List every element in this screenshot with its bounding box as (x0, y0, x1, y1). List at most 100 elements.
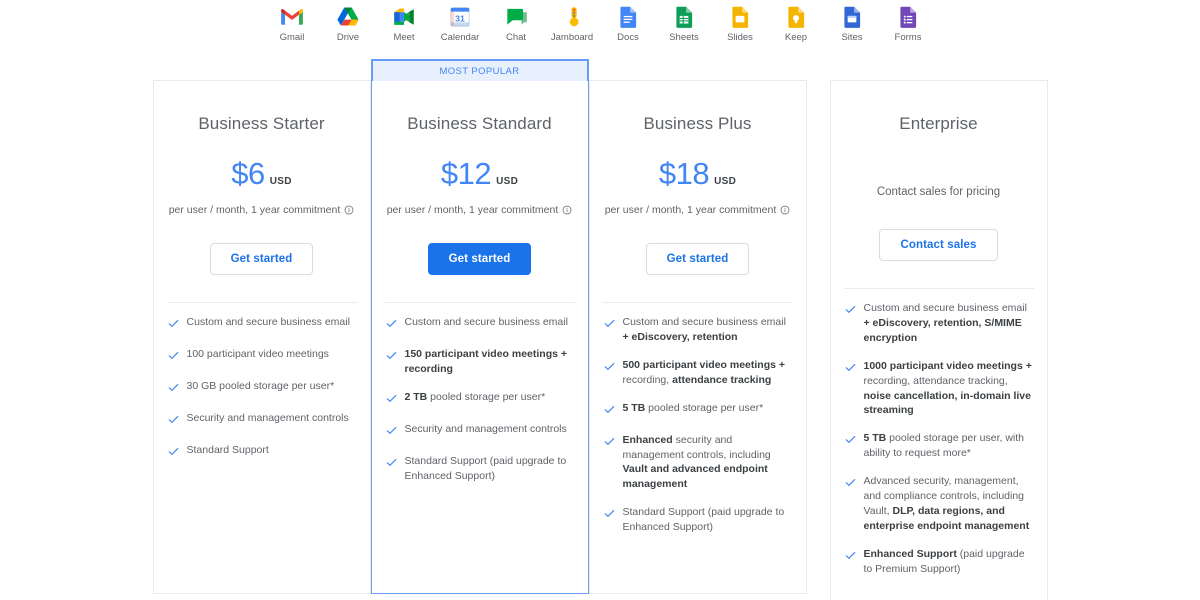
pricing-card-business-standard: MOST POPULAR Business Standard $12 USD per u… (370, 59, 589, 594)
info-icon[interactable] (780, 205, 790, 215)
feature-list: Custom and secure business email 150 part… (386, 303, 574, 513)
plan-title: Enterprise (899, 114, 978, 133)
commitment-note: per user / month, 1 year commitment (604, 203, 792, 217)
chat-icon (503, 4, 529, 30)
feature-list: Custom and secure business email + eDisc… (845, 289, 1033, 600)
feature-item: 30 GB pooled storage per user* (168, 379, 356, 398)
app-shortcut-label: Gmail (279, 32, 305, 43)
feature-text: 1000 participant video meetings + record… (863, 359, 1032, 417)
pricing-card-business-starter: Business Starter $6 USD per user / month, 1… (152, 80, 371, 594)
feature-text: Custom and secure business email + eDisc… (863, 302, 1027, 344)
app-shortcut-label: Calendar (440, 32, 480, 43)
commitment-note: per user / month, 1 year commitment (168, 203, 356, 217)
sites-icon (839, 4, 865, 30)
app-shortcut-label: Keep (784, 32, 808, 43)
check-icon (168, 411, 179, 430)
meet-icon (391, 4, 417, 30)
check-icon (168, 347, 179, 366)
gmail-icon (279, 4, 305, 30)
app-shortcut-label: Forms (894, 32, 922, 43)
svg-text:31: 31 (455, 14, 465, 24)
app-shortcut-chat[interactable]: Chat (496, 4, 536, 43)
price-amount: $12 (440, 156, 492, 191)
feature-text: Security and management controls (404, 422, 567, 435)
price-currency: USD (269, 176, 292, 187)
calendar-icon: 31 (447, 4, 473, 30)
feature-text: Custom and secure business email (404, 316, 568, 328)
feature-text: Standard Support (paid upgrade to Enhanc… (622, 506, 785, 534)
jamboard-icon (559, 4, 585, 30)
feature-text: Enhanced security and management control… (622, 433, 771, 491)
feature-text: 500 participant video meetings + recordi… (622, 358, 786, 386)
feature-item: 1000 participant video meetings + record… (845, 359, 1033, 419)
feature-item: Security and management controls (168, 411, 356, 430)
app-shortcut-label: Sites (841, 32, 863, 43)
feature-item: Custom and secure business email + eDisc… (604, 315, 792, 345)
check-icon (845, 431, 856, 450)
plan-price: $18 USD (604, 158, 792, 192)
plan-title: Business Plus (643, 114, 752, 133)
pricing-card-enterprise: Enterprise Contact sales for pricing Conta… (829, 80, 1048, 600)
contact-sales-pricing-note: Contact sales for pricing (876, 186, 1001, 198)
plan-price: $12 USD (386, 158, 574, 192)
check-icon (604, 433, 615, 452)
feature-item: 500 participant video meetings + recordi… (604, 358, 792, 388)
feature-item: Standard Support (paid upgrade to Enhanc… (604, 505, 792, 535)
feature-text: 2 TB pooled storage per user* (404, 390, 546, 403)
check-icon (845, 547, 856, 566)
feature-item: Custom and secure business email (168, 315, 356, 334)
feature-list: Custom and secure business email + eDisc… (604, 303, 792, 564)
price-amount: $6 (231, 156, 265, 191)
google-apps-bar: Gmail Drive Meet 31 Calendar Chat Jamboard Docs… (0, 0, 1200, 50)
app-shortcut-calendar[interactable]: 31 Calendar (440, 4, 480, 43)
app-shortcut-label: Chat (505, 32, 527, 43)
commitment-text: per user / month, 1 year commitment (604, 204, 777, 216)
drive-icon (335, 4, 361, 30)
app-shortcut-sites[interactable]: Sites (832, 4, 872, 43)
feature-text: 30 GB pooled storage per user* (186, 380, 335, 392)
app-shortcut-slides[interactable]: Slides (720, 4, 760, 43)
feature-text: Advanced security, management, and compl… (863, 475, 1030, 532)
feature-item: 100 participant video meetings (168, 347, 356, 366)
feature-text: 150 participant video meetings + recordi… (404, 348, 568, 375)
feature-text: Custom and secure business email + eDisc… (622, 316, 786, 343)
app-shortcut-sheets[interactable]: Sheets (664, 4, 704, 43)
feature-text: 100 participant video meetings (186, 348, 329, 360)
price-currency: USD (496, 176, 519, 187)
feature-item: 150 participant video meetings + recordi… (386, 347, 574, 377)
get-started-button[interactable]: Get started (645, 243, 750, 275)
check-icon (845, 301, 856, 320)
app-shortcut-jamboard[interactable]: Jamboard (551, 4, 593, 43)
feature-item: Custom and secure business email + eDisc… (845, 301, 1033, 346)
info-icon[interactable] (344, 205, 354, 215)
check-icon (168, 315, 179, 334)
app-shortcut-gmail[interactable]: Gmail (272, 4, 312, 43)
sheets-icon (671, 4, 697, 30)
check-icon (604, 315, 615, 334)
feature-item: 5 TB pooled storage per user, with abili… (845, 431, 1033, 461)
feature-item: 2 TB pooled storage per user* (386, 390, 574, 409)
feature-item: Custom and secure business email (386, 315, 574, 334)
app-shortcut-keep[interactable]: Keep (776, 4, 816, 43)
commitment-text: per user / month, 1 year commitment (386, 204, 559, 216)
app-shortcut-meet[interactable]: Meet (384, 4, 424, 43)
check-icon (845, 359, 856, 378)
feature-text: Custom and secure business email (186, 316, 350, 328)
feature-item: Advanced security, management, and compl… (845, 474, 1033, 534)
feature-text: 5 TB pooled storage per user, with abili… (863, 432, 1025, 460)
app-shortcut-docs[interactable]: Docs (608, 4, 648, 43)
feature-text: 5 TB pooled storage per user* (622, 401, 764, 414)
get-started-button[interactable]: Get started (209, 243, 314, 275)
app-shortcut-drive[interactable]: Drive (328, 4, 368, 43)
check-icon (386, 315, 397, 334)
pricing-plans-container: Business Starter $6 USD per user / month, 1… (0, 50, 1200, 600)
feature-item: Standard Support (168, 443, 356, 462)
get-started-button[interactable]: Get started (427, 243, 532, 275)
app-shortcut-forms[interactable]: Forms (888, 4, 928, 43)
feature-item: Enhanced Support (paid upgrade to Premiu… (845, 547, 1033, 577)
contact-sales-button[interactable]: Contact sales (879, 229, 998, 261)
info-icon[interactable] (562, 205, 572, 215)
plan-price: $6 USD (168, 158, 356, 192)
feature-text: Enhanced Support (paid upgrade to Premiu… (863, 547, 1025, 575)
price-currency: USD (714, 176, 737, 187)
